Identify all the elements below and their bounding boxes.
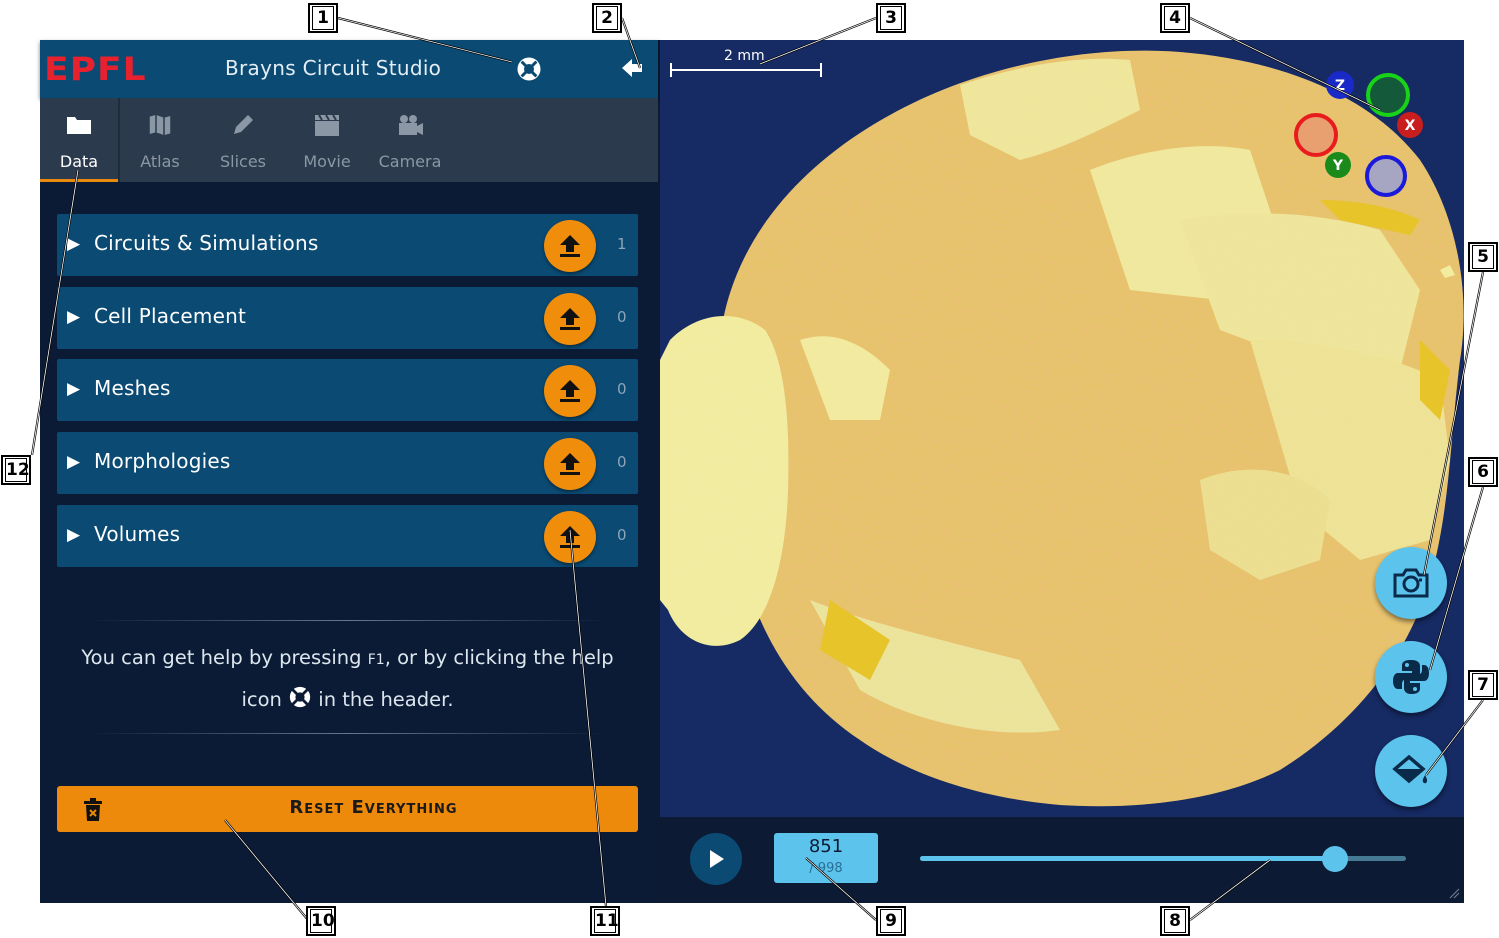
callout-5: 5 [1468, 242, 1498, 272]
callout-1: 1 [308, 3, 338, 33]
callout-leaders [30, 16, 1485, 921]
callout-3: 3 [876, 3, 906, 33]
callout-4: 4 [1160, 3, 1190, 33]
callout-11: 11 [590, 906, 620, 936]
callout-6: 6 [1468, 457, 1498, 487]
callout-12: 12 [1, 455, 31, 485]
callout-9: 9 [876, 906, 906, 936]
callout-7: 7 [1468, 670, 1498, 700]
callout-2: 2 [592, 3, 622, 33]
callout-10: 10 [306, 906, 336, 936]
callout-8: 8 [1160, 906, 1190, 936]
